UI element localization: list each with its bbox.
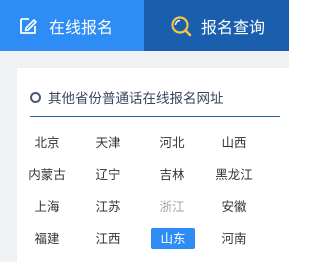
- province-link[interactable]: 吉林: [151, 164, 193, 185]
- province-grid: 北京 天津 河北 山西 内蒙古 辽宁 吉林 黑龙江 上海 江苏 浙江 安徽 福建…: [26, 132, 280, 260]
- tab-online-registration[interactable]: 在线报名: [0, 0, 144, 51]
- edit-icon: [17, 15, 39, 37]
- search-icon: [170, 15, 192, 37]
- province-card: 其他省份普通话在线报名网址 北京 天津 河北 山西 内蒙古 辽宁 吉林 黑龙江 …: [17, 68, 289, 262]
- province-link[interactable]: 北京: [26, 132, 68, 153]
- province-link-disabled: 浙江: [159, 199, 185, 214]
- tab-registration-query[interactable]: 报名查询: [144, 0, 289, 51]
- tab-label: 报名查询: [201, 17, 266, 37]
- province-link[interactable]: 江苏: [87, 196, 129, 217]
- section-title: 其他省份普通话在线报名网址: [30, 88, 224, 107]
- divider: [30, 116, 280, 117]
- province-link[interactable]: 福建: [26, 228, 68, 249]
- province-link[interactable]: 江西: [87, 228, 129, 249]
- province-link[interactable]: 黑龙江: [210, 164, 258, 185]
- province-link[interactable]: 内蒙古: [26, 164, 68, 185]
- section-title-text: 其他省份普通话在线报名网址: [48, 91, 224, 107]
- province-link[interactable]: 河南: [210, 228, 258, 249]
- province-row: 福建 江西 山东 河南: [26, 228, 280, 260]
- province-row: 上海 江苏 浙江 安徽: [26, 196, 280, 228]
- province-link[interactable]: 辽宁: [87, 164, 129, 185]
- province-row: 内蒙古 辽宁 吉林 黑龙江: [26, 164, 280, 196]
- province-link[interactable]: 河北: [151, 132, 193, 153]
- circle-bullet-icon: [30, 91, 41, 103]
- province-link[interactable]: 山西: [210, 132, 258, 153]
- province-row: 北京 天津 河北 山西: [26, 132, 280, 164]
- province-link[interactable]: 安徽: [210, 196, 258, 217]
- province-link[interactable]: 天津: [87, 132, 129, 153]
- tab-label: 在线报名: [49, 17, 114, 37]
- province-link[interactable]: 上海: [26, 196, 68, 217]
- content-panel: 其他省份普通话在线报名网址 北京 天津 河北 山西 内蒙古 辽宁 吉林 黑龙江 …: [0, 51, 289, 262]
- province-link-selected[interactable]: 山东: [151, 228, 195, 249]
- tab-bar: 在线报名 报名查询: [0, 0, 289, 51]
